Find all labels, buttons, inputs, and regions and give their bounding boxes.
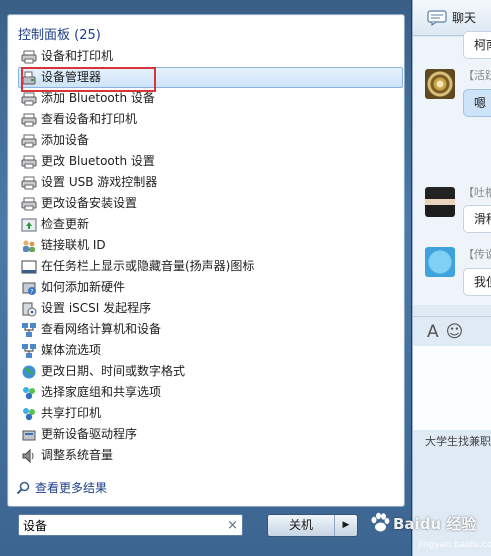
baidu-paw-icon: [371, 512, 390, 532]
chat-window: 聊天 柯南 【活跃 嗯 【吐槽 滑稽 【传说 我但 A ☺ 大学生找兼职: [412, 0, 491, 556]
result-item[interactable]: 查看网络计算机和设备: [18, 319, 403, 340]
result-item-label: 更改 Bluetooth 设置: [41, 154, 155, 168]
highlight-annotation: [21, 67, 156, 92]
result-item[interactable]: 媒体流选项: [18, 340, 403, 361]
chat-message-bubble: 嗯: [463, 89, 491, 117]
clear-search-icon[interactable]: ×: [227, 518, 238, 533]
result-item-label: 如何添加新硬件: [41, 280, 126, 294]
homegroup-icon: [21, 385, 37, 401]
result-item-label: 更改设备安装设置: [41, 196, 138, 210]
printer-icon: [21, 91, 37, 107]
result-item-label: 共享打印机: [41, 406, 102, 420]
start-search-input[interactable]: [23, 518, 213, 532]
result-item-label: 更新设备驱动程序: [41, 427, 138, 441]
chat-toolbar: A ☺: [413, 316, 491, 346]
help-icon: ?: [21, 280, 37, 296]
result-item-label: 链接联机 ID: [41, 238, 106, 252]
printer-icon: [21, 112, 37, 128]
result-item[interactable]: 设备和打印机: [18, 46, 403, 67]
result-item-label: 检查更新: [41, 217, 90, 231]
printer-icon: [21, 175, 37, 191]
result-item[interactable]: 查看设备和打印机: [18, 109, 403, 130]
start-menu: 控制面板 (25) 设备和打印机 设备管理器 添加 Bluetooth 设备 查看设备…: [0, 0, 412, 556]
result-item-label: 查看设备和打印机: [41, 112, 138, 126]
chat-footer-text: 大学生找兼职: [425, 435, 491, 448]
iscsi-icon: [21, 301, 37, 317]
network-icon: [21, 322, 37, 338]
see-more-results-link[interactable]: 查看更多结果: [16, 479, 107, 496]
result-item[interactable]: ? 如何添加新硬件: [18, 277, 403, 298]
printer-icon: [21, 154, 37, 170]
users-icon: [21, 238, 37, 254]
result-item[interactable]: 设置 iSCSI 发起程序: [18, 298, 403, 319]
group-header-control-panel[interactable]: 控制面板 (25): [18, 24, 101, 43]
shutdown-options-arrow-icon[interactable]: ▶: [335, 515, 357, 536]
result-item[interactable]: 更改日期、时间或数字格式: [18, 361, 403, 382]
speaker-icon: [21, 448, 37, 464]
sender-name: 【传说: [463, 248, 491, 261]
result-item[interactable]: 更新设备驱动程序: [18, 424, 403, 445]
user-avatar[interactable]: [425, 187, 455, 217]
chat-bubble-icon: [427, 9, 447, 26]
result-item[interactable]: 链接联机 ID: [18, 235, 403, 256]
printer-icon: [21, 133, 37, 149]
driver-icon: [21, 427, 37, 443]
result-item[interactable]: 更改设备安装设置: [18, 193, 403, 214]
taskbar-icon: [21, 259, 37, 275]
search-results-pane: 控制面板 (25) 设备和打印机 设备管理器 添加 Bluetooth 设备 查看设备…: [7, 14, 405, 507]
start-search-box[interactable]: ×: [18, 514, 243, 536]
chat-message-area: 柯南 【活跃 嗯 【吐槽 滑稽 【传说 我但: [413, 31, 491, 305]
printer-icon: [21, 49, 37, 65]
chat-message-bubble: 我但: [463, 268, 491, 296]
result-item-label: 媒体流选项: [41, 343, 102, 357]
user-avatar[interactable]: [425, 69, 455, 99]
result-item[interactable]: 添加设备: [18, 130, 403, 151]
watermark-url: jingyan.baidu.com: [418, 540, 491, 550]
svg-text:?: ?: [30, 288, 33, 295]
chat-message-bubble: 滑稽: [463, 205, 491, 233]
result-item-label: 调整系统音量: [41, 448, 114, 462]
result-item[interactable]: 调整系统音量: [18, 445, 403, 466]
result-item-label: 查看网络计算机和设备: [41, 322, 162, 336]
result-item-label: 设备和打印机: [41, 49, 114, 63]
update-icon: [21, 217, 37, 233]
homegroup-icon: [21, 406, 37, 422]
baidu-watermark: Baidu 经验: [369, 512, 476, 534]
watermark-brand: Baidu 经验: [393, 514, 477, 533]
result-item[interactable]: 共享打印机: [18, 403, 403, 424]
result-item[interactable]: 选择家庭组和共享选项: [18, 382, 403, 403]
result-item-label: 在任务栏上显示或隐藏音量(扬声器)图标: [41, 259, 255, 273]
sender-name: 【活跃: [463, 69, 491, 82]
user-avatar[interactable]: [425, 247, 455, 277]
globe-icon: [21, 364, 37, 380]
result-item[interactable]: 更改 Bluetooth 设置: [18, 151, 403, 172]
chat-message-bubble: 柯南: [463, 31, 491, 59]
shutdown-button[interactable]: 关机 ▶: [267, 514, 358, 537]
result-list: 设备和打印机 设备管理器 添加 Bluetooth 设备 查看设备和打印机 添加设备 更改…: [18, 46, 403, 466]
chat-input-area[interactable]: [413, 346, 491, 430]
network-icon: [21, 343, 37, 359]
printer-icon: [21, 196, 37, 212]
result-item-label: 添加设备: [41, 133, 90, 147]
result-item-label: 设置 USB 游戏控制器: [41, 175, 158, 189]
result-item-label: 更改日期、时间或数字格式: [41, 364, 186, 378]
font-icon[interactable]: A: [427, 322, 439, 342]
result-item-label: 选择家庭组和共享选项: [41, 385, 162, 399]
chat-title: 聊天: [452, 11, 477, 25]
result-item[interactable]: 检查更新: [18, 214, 403, 235]
magnifier-icon: [16, 481, 30, 494]
shutdown-label[interactable]: 关机: [268, 515, 335, 536]
result-item[interactable]: 在任务栏上显示或隐藏音量(扬声器)图标: [18, 256, 403, 277]
result-item-label: 设置 iSCSI 发起程序: [41, 301, 152, 315]
sender-name: 【吐槽: [463, 186, 491, 199]
see-more-results-label: 查看更多结果: [35, 481, 108, 495]
result-item[interactable]: 设置 USB 游戏控制器: [18, 172, 403, 193]
emoji-icon[interactable]: ☺: [446, 322, 464, 342]
